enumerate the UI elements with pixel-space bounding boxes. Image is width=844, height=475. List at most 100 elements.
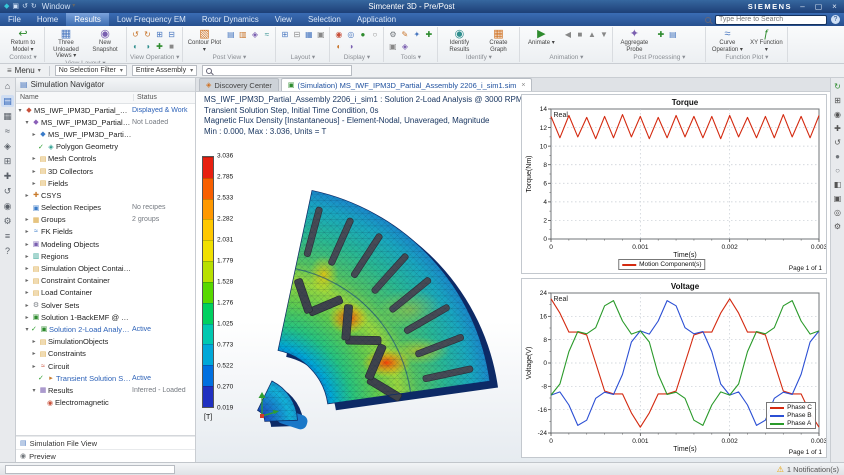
notification-text[interactable]: 1 Notification(s) [787,465,839,474]
tree-item-ms-iwf-ipm3d-partial-assembly-2206-i[interactable]: ▸◆MS_IWF_IPM3D_Partial_Assembly 2206_i [16,128,195,140]
doc-tab-simulation-ms-iwf-ipm3d-partial-assembly[interactable]: ▣(Simulation) MS_IWF_IPM3D_Partial_Assem… [281,78,533,91]
ribbon-group-label-layout[interactable]: Layout ▾ [279,54,326,62]
tree-item-electromagnetic[interactable]: ◉Electromagnetic [16,397,195,409]
menu-button[interactable]: ≡ Menu ▾ [4,66,44,75]
save-icon[interactable]: ▣ [12,1,19,12]
panel-section-simulation-file-view[interactable]: ▤Simulation File View [16,436,195,449]
selection-scope-dropdown[interactable]: Entire Assembly ▾ [132,65,197,76]
menu-tab-file[interactable]: File [0,13,29,26]
view-settings-icon[interactable]: ⚙ [832,221,844,232]
ribbon-group-label-view-operation[interactable]: View Operation ▾ [130,54,179,62]
ribbon-group-label-tools[interactable]: Tools ▾ [387,54,434,62]
tree-item-3d-collectors[interactable]: ▸▤3D Collectors [16,165,195,177]
simulation-navigator-icon[interactable]: ▤ [1,95,14,107]
ribbon-icon[interactable]: ↻ [142,29,153,40]
command-search-input[interactable] [715,15,827,25]
tree-item-fields[interactable]: ▸▤Fields [16,177,195,189]
tree-item-modeling-objects[interactable]: ▸▣Modeling Objects [16,238,195,250]
column-header-name[interactable]: Name [16,94,133,101]
ribbon-icon[interactable]: ✦ [411,29,422,40]
voltage-chart-window[interactable]: 00.0010.0020.003-24-16-8081624VoltageRea… [521,278,827,458]
help-panel-icon[interactable]: ? [1,245,14,257]
ribbon-icon[interactable]: ◉ [333,29,344,40]
selection-filter-dropdown[interactable]: No Selection Filter ▾ [55,65,127,76]
constraints-navigator-icon[interactable]: ✚ [1,170,14,182]
ribbon-icon[interactable]: ✚ [655,29,666,40]
shaded-view-icon[interactable]: ● [832,151,844,162]
expander-icon[interactable]: ▸ [23,228,31,235]
ribbon-button-return-to-model[interactable]: ↩Return to Model ▾ [5,28,41,53]
tree-item-solution-2-load-analysis-3000-rpm[interactable]: ▾✓▣Solution 2-Load Analysis @ 3000 RPMAc… [16,323,195,335]
column-header-status[interactable]: Status [133,94,195,101]
menu-tab-low-frequency-em[interactable]: Low Frequency EM [109,13,194,26]
tree-item-groups[interactable]: ▸▦Groups2 groups [16,214,195,226]
ribbon-button-aggregate-probe[interactable]: ✦Aggregate Probe [616,28,652,53]
ribbon-group-label-identify[interactable]: Identify ▾ [441,54,516,62]
help-icon[interactable]: ? [831,15,840,24]
ribbon-icon[interactable]: ⚙ [387,29,398,40]
refresh-view-icon[interactable]: ↻ [832,81,844,92]
expander-icon[interactable]: ▸ [23,265,31,272]
ribbon-icon[interactable]: ◐ [130,41,141,52]
tree-item-mesh-controls[interactable]: ▸▤Mesh Controls [16,153,195,165]
expander-icon[interactable]: ▸ [30,155,38,162]
ribbon-button-new-snapshot[interactable]: ◉New Snapshot [87,28,123,53]
ribbon-icon[interactable]: ▼ [598,29,609,40]
tree-item-solution-1-backemf-3000-rpm[interactable]: ▸▣Solution 1-BackEMF @ 3000 RPM [16,311,195,323]
expander-icon[interactable]: ▸ [23,289,31,296]
selection-search-input[interactable] [215,66,348,75]
ribbon-button-curve-operation[interactable]: ≈Curve Operation ▾ [709,28,745,53]
post-processing-navigator-icon[interactable]: ▦ [1,110,14,122]
window-menu[interactable]: Window▾ [42,2,75,11]
tree-item-ms-iwf-ipm3d-partial-assembly-2206-i-sim1[interactable]: ▾◆MS_IWF_IPM3D_Partial_Assembly 2206_i_s… [16,104,195,116]
ribbon-icon[interactable]: ◀ [562,29,573,40]
ribbon-icon[interactable]: ✚ [154,41,165,52]
ribbon-icon[interactable]: ⊟ [166,29,177,40]
menu-tab-application[interactable]: Application [349,13,404,26]
xy-function-navigator-icon[interactable]: ≈ [1,125,14,137]
tree-item-load-container[interactable]: ▸▤Load Container [16,287,195,299]
ribbon-icon[interactable]: ▦ [303,29,314,40]
panel-section-preview[interactable]: ◉Preview [16,449,195,462]
ribbon-group-label-post-view[interactable]: Post View ▾ [186,54,272,62]
expander-icon[interactable]: ▸ [30,338,38,345]
expander-icon[interactable]: ▾ [23,326,31,333]
ribbon-icon[interactable]: ◎ [345,29,356,40]
expander-icon[interactable]: ▸ [30,180,38,187]
ribbon-icon[interactable]: ✎ [399,29,410,40]
rotate-icon[interactable]: ↺ [832,137,844,148]
tree-item-solver-sets[interactable]: ▸⚙Solver Sets [16,299,195,311]
tree-item-constraints[interactable]: ▸▤Constraints [16,348,195,360]
ribbon-icon[interactable]: ● [357,29,368,40]
wireframe-view-icon[interactable]: ○ [832,165,844,176]
graphics-viewport[interactable]: MS_IWF_IPM3D_Partial_Assembly 2206_i_sim… [196,92,830,462]
ribbon-button-create-graph[interactable]: ▦Create Graph [480,28,516,53]
ribbon-icon[interactable]: ■ [166,41,177,52]
expander-icon[interactable]: ▸ [23,216,31,223]
close-icon[interactable]: × [521,82,525,89]
ribbon-icon[interactable]: ◈ [399,41,410,52]
menu-tab-view[interactable]: View [267,13,300,26]
ribbon-icon[interactable]: ■ [574,29,585,40]
expander-icon[interactable]: ▸ [30,350,38,357]
app-logo-icon[interactable]: ◆ [4,1,9,12]
notification-icon[interactable]: ⚠ [777,465,784,474]
tree-item-fk-fields[interactable]: ▸≈FK Fields [16,226,195,238]
tree-item-transient-solution-step[interactable]: ✓▸Transient Solution StepActive [16,372,195,384]
ribbon-icon[interactable]: ○ [369,29,380,40]
ribbon-icon[interactable]: ⊞ [279,29,290,40]
ribbon-icon[interactable]: ▤ [225,29,236,40]
ribbon-group-label-context[interactable]: Context ▾ [5,54,41,62]
menu-tab-rotor-dynamics[interactable]: Rotor Dynamics [194,13,267,26]
tree-item-selection-recipes[interactable]: ▣Selection RecipesNo recipes [16,202,195,214]
tree-item-constraint-container[interactable]: ▸▤Constraint Container [16,275,195,287]
ribbon-group-label-display[interactable]: Display ▾ [333,54,380,62]
layers-icon[interactable]: ≡ [1,230,14,242]
tree-item-polygon-geometry[interactable]: ✓◈Polygon Geometry [16,141,195,153]
ribbon-icon[interactable]: ▲ [586,29,597,40]
tree-item-results[interactable]: ▾▦ResultsInferred - Loaded [16,384,195,396]
tree-item-ms-iwf-ipm3d-partial-assembly-2206-i[interactable]: ▾◆MS_IWF_IPM3D_Partial_Assembly 2206_iNo… [16,116,195,128]
expander-icon[interactable]: ▸ [30,131,38,138]
redo-icon[interactable]: ↻ [31,1,37,12]
minimize-button[interactable]: – [797,1,808,12]
